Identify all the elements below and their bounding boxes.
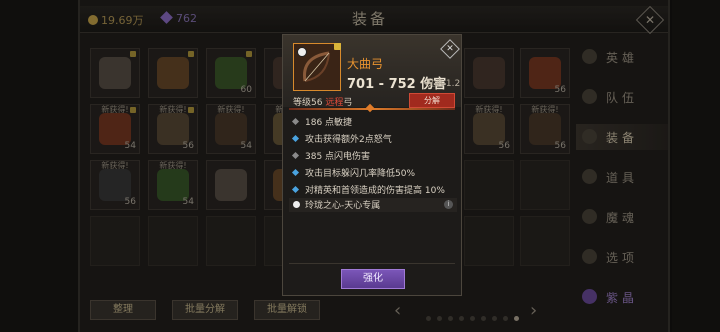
yin-yang-icon: [293, 201, 300, 208]
stat-text: 对精英和首领造成的伤害提高 10%: [305, 186, 445, 196]
bullet-icon: [291, 168, 300, 177]
level-text: 等级56: [293, 98, 326, 108]
enhance-button[interactable]: 强化: [341, 269, 405, 289]
bullet-icon: [291, 117, 300, 126]
stat-line: 攻击获得额外2点怒气: [289, 132, 457, 149]
bullet-icon: [291, 185, 300, 194]
item-type: 弓: [343, 98, 353, 108]
info-icon[interactable]: i: [444, 200, 453, 209]
stat-list: 186 点敏捷攻击获得额外2点怒气 385 点闪电伤害攻击目标躲闪几率降低50% 对…: [289, 115, 457, 200]
item-name: 大曲弓: [347, 57, 384, 71]
divider: [289, 263, 455, 264]
bullet-icon: [291, 134, 300, 143]
stat-line: 186 点敏捷: [289, 115, 457, 132]
level-type: 远程: [325, 98, 344, 108]
item-level: 等级56 远程弓: [293, 95, 352, 108]
bullet-icon: [291, 151, 300, 160]
stat-text: 385 点闪电伤害: [305, 152, 371, 162]
stat-line: 385 点闪电伤害: [289, 149, 457, 166]
stat-text: 攻击获得额外2点怒气: [305, 135, 392, 145]
stat-line: 攻击目标躲闪几率降低50%: [289, 166, 457, 183]
item-tooltip: 大曲弓 ✕ 701 - 752 伤害 攻速 1.2 等级56 远程弓 分解 18…: [282, 34, 462, 296]
lock-icon[interactable]: [334, 43, 341, 50]
set-bonus-row[interactable]: 玲珑之心-天心专属 i: [289, 198, 457, 212]
yin-yang-icon: [297, 47, 307, 57]
decompose-button[interactable]: 分解: [409, 93, 455, 108]
stat-text: 186 点敏捷: [305, 118, 353, 128]
set-name: 玲珑之心-天心专属: [305, 201, 381, 211]
close-icon: ✕: [446, 44, 454, 54]
attack-speed: 攻速 1.2: [425, 79, 461, 89]
stat-text: 攻击目标躲闪几率降低50%: [305, 169, 416, 179]
